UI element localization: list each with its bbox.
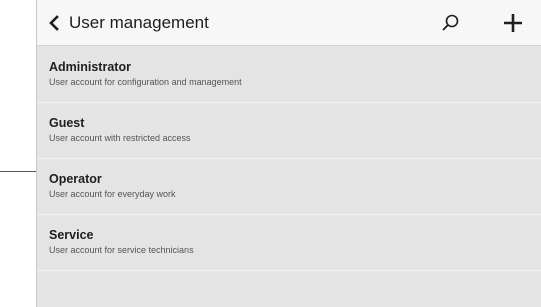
chevron-left-icon [49,14,59,31]
user-list: Administrator User account for configura… [37,47,541,271]
user-name: Operator [49,172,102,186]
user-description: User account for service technicians [49,245,194,255]
user-name: Service [49,228,94,242]
stage: User management Administrator User accou… [0,0,541,307]
back-button[interactable] [39,0,69,46]
header-bar: User management [37,0,541,46]
user-description: User account for everyday work [49,189,176,199]
callout-line [0,171,36,172]
user-description: User account for configuration and manag… [49,77,242,87]
plus-icon [504,14,522,32]
user-description: User account with restricted access [49,133,191,143]
user-name: Administrator [49,60,131,74]
add-user-button[interactable] [499,9,527,37]
user-name: Guest [49,116,85,130]
device-screen: User management Administrator User accou… [36,0,541,307]
list-item-service[interactable]: Service User account for service technic… [37,215,541,271]
search-icon [442,14,459,31]
search-button[interactable] [439,11,463,35]
list-item-guest[interactable]: Guest User account with restricted acces… [37,103,541,159]
list-item-administrator[interactable]: Administrator User account for configura… [37,47,541,103]
list-item-operator[interactable]: Operator User account for everyday work [37,159,541,215]
page-title: User management [69,12,209,32]
